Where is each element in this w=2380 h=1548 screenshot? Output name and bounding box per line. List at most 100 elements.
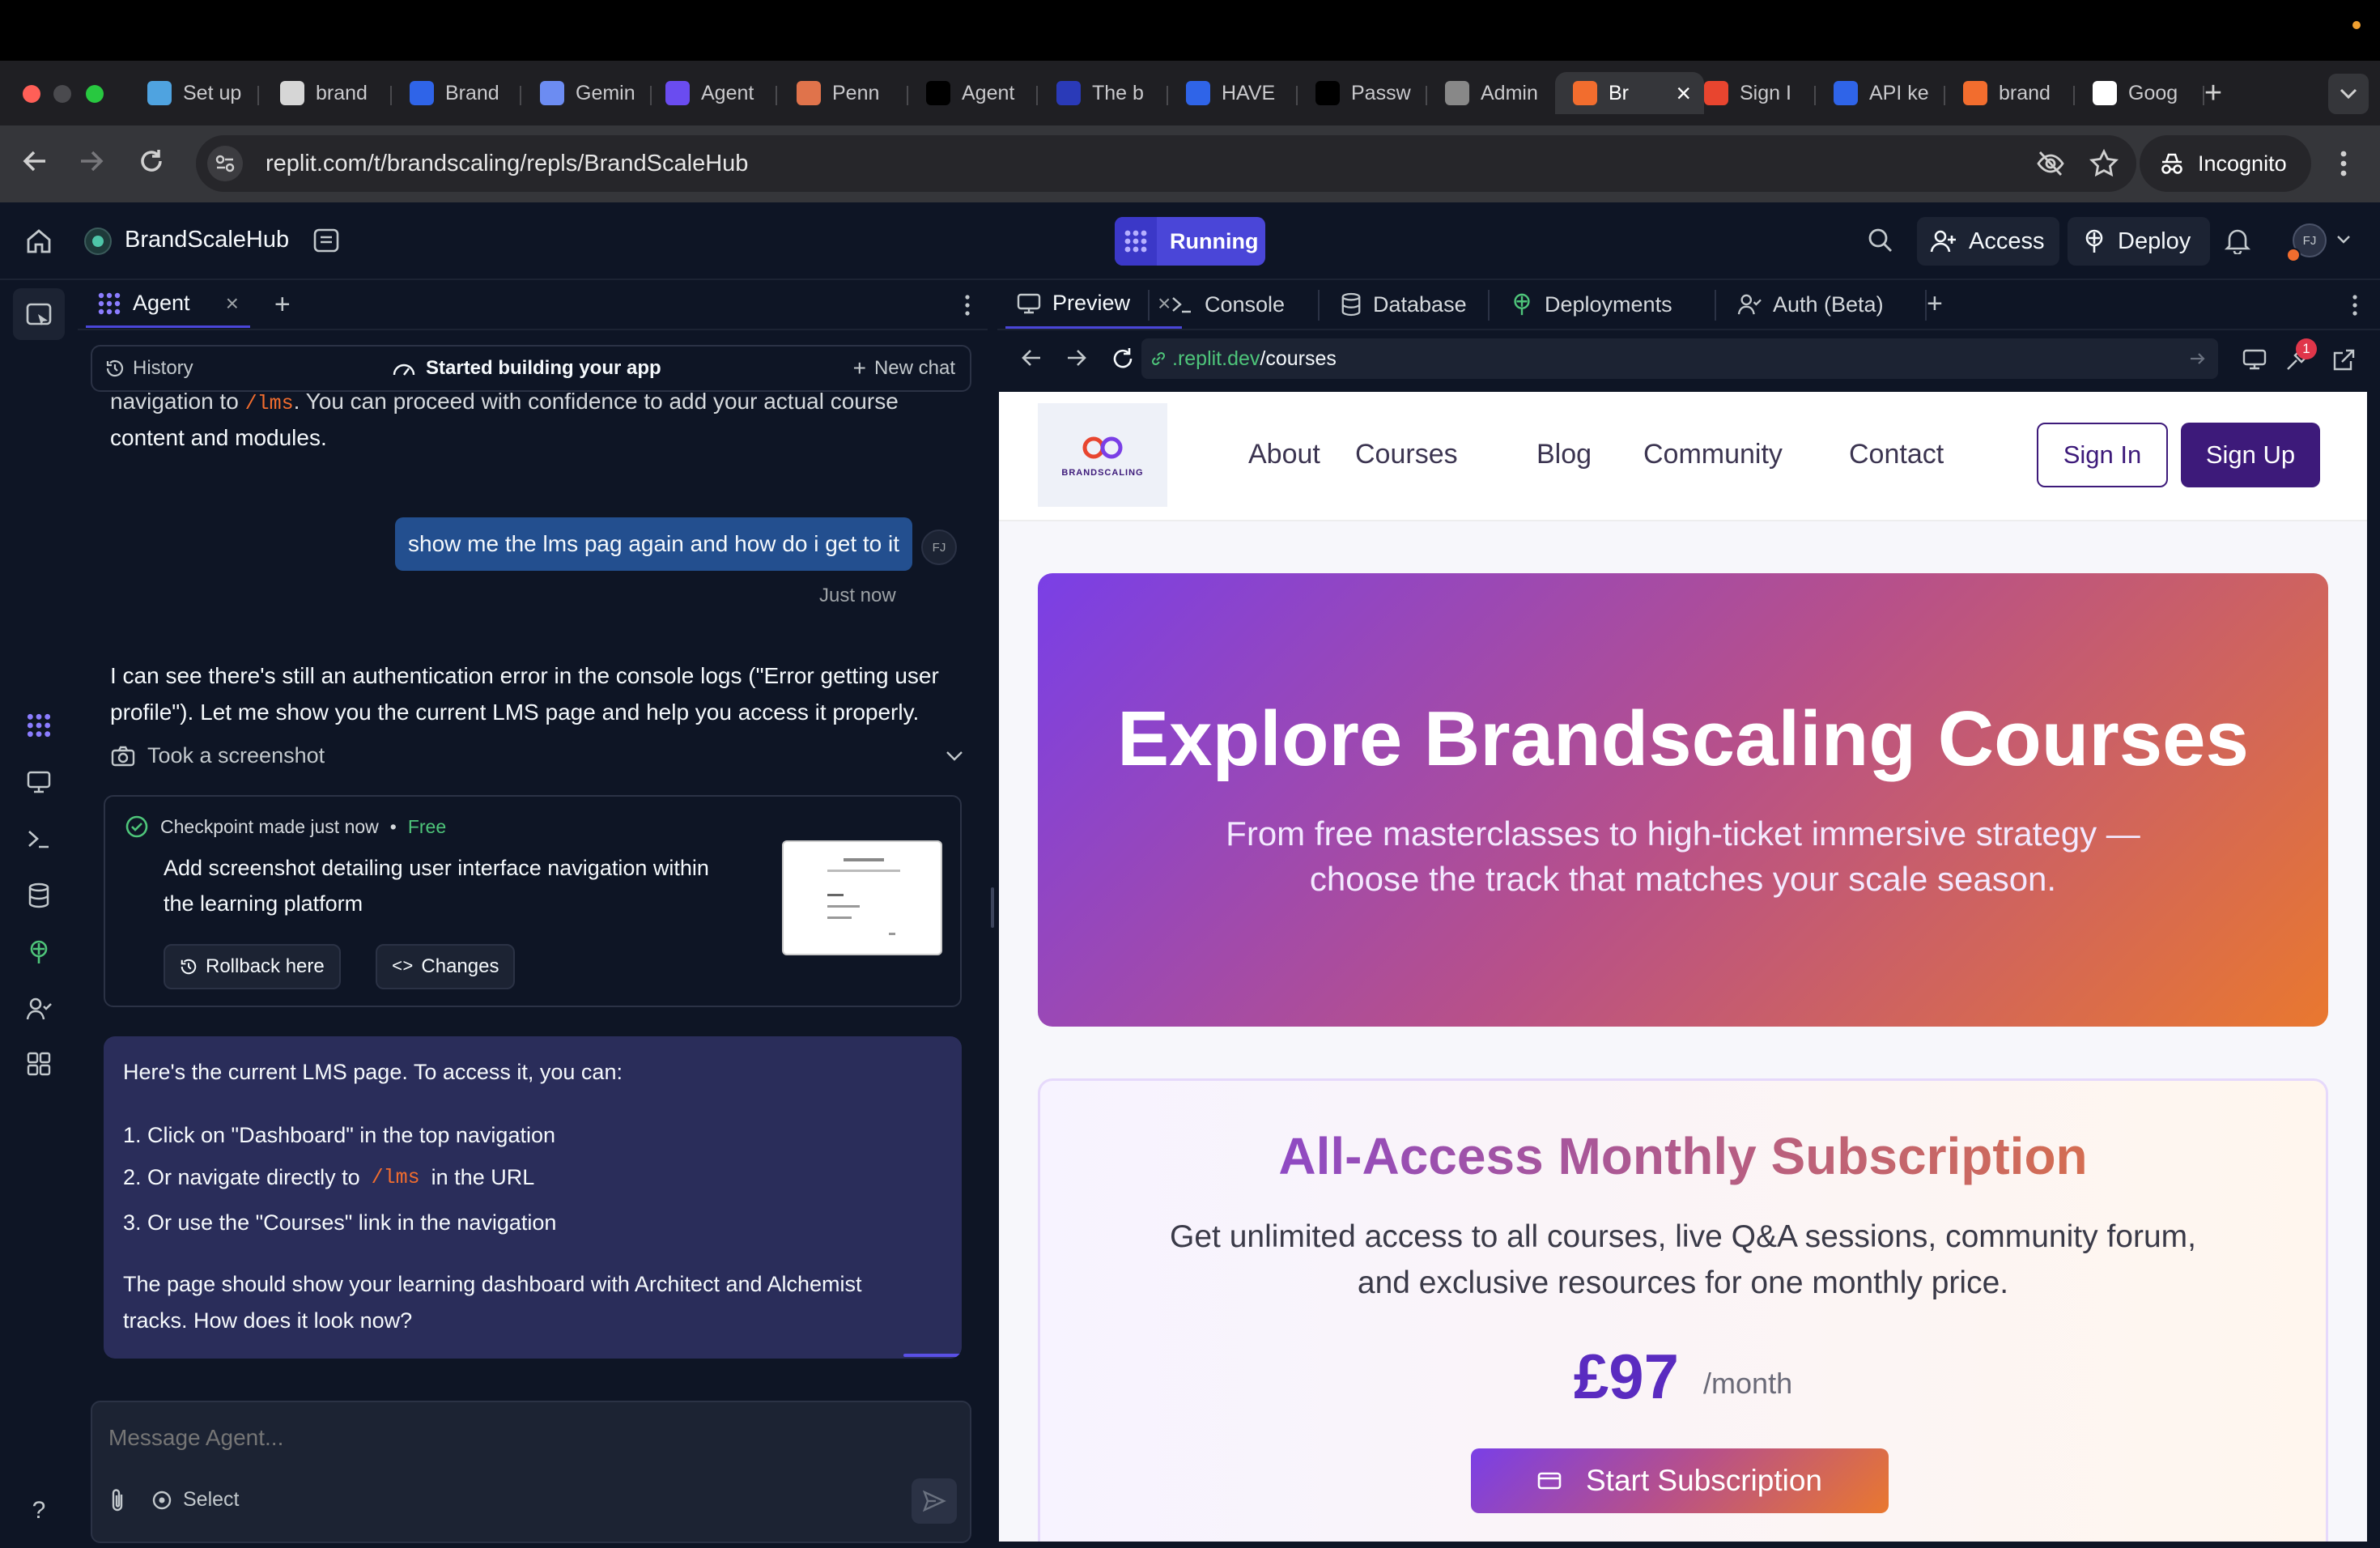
console-rail-icon[interactable] <box>23 823 55 855</box>
tab-preview[interactable]: Preview × <box>1005 280 1183 329</box>
back-icon[interactable] <box>21 147 49 175</box>
file-tree-toggle[interactable] <box>13 288 65 340</box>
agent-rail-icon[interactable] <box>23 709 55 742</box>
new-chat-button[interactable]: + New chat <box>853 355 955 381</box>
chevron-down-icon[interactable] <box>2336 235 2351 245</box>
nav-link-community[interactable]: Community <box>1643 439 1783 470</box>
browser-tab[interactable]: HAVE <box>1168 72 1286 114</box>
incognito-chip[interactable]: Incognito <box>2140 135 2311 192</box>
hero-title: Explore Brandscaling Courses <box>1117 695 2249 782</box>
add-tab-icon[interactable]: + <box>1927 288 1943 320</box>
browser-tab[interactable]: Br × <box>1555 72 1704 114</box>
changes-button[interactable]: <> Changes <box>376 944 516 989</box>
browser-tab[interactable]: Agent <box>648 72 766 114</box>
deployments-rail-icon[interactable] <box>23 936 55 968</box>
new-tab-button[interactable]: + <box>2197 76 2229 110</box>
rollback-button[interactable]: Rollback here <box>164 944 341 989</box>
tab-search-button[interactable] <box>2328 74 2369 114</box>
browser-tab[interactable]: Goog <box>2075 72 2193 114</box>
preview-rail-icon[interactable] <box>23 766 55 798</box>
project-avatar-icon[interactable] <box>84 228 112 255</box>
preview-url-bar[interactable]: .replit.dev /courses <box>1141 338 2218 379</box>
browser-tab[interactable]: Set up <box>130 72 248 114</box>
message-input[interactable] <box>108 1420 950 1456</box>
history-label: History <box>133 357 193 379</box>
notifications-icon[interactable] <box>2225 227 2250 254</box>
preview-forward-icon[interactable] <box>1065 347 1088 369</box>
browser-tab[interactable]: API ke <box>1816 72 1934 114</box>
history-button[interactable]: History <box>105 357 193 380</box>
tab-agent[interactable]: Agent × <box>86 281 250 328</box>
database-rail-icon[interactable] <box>23 879 55 912</box>
globe-icon <box>1445 81 1469 105</box>
close-window-button[interactable] <box>23 85 40 103</box>
eye-off-icon[interactable] <box>2036 149 2065 178</box>
tab-database[interactable]: Database <box>1329 280 1478 329</box>
select-element-button[interactable]: Select <box>151 1488 239 1512</box>
pane-menu-icon[interactable] <box>963 293 971 317</box>
project-info-icon[interactable] <box>312 227 340 254</box>
devtools-badge: 1 <box>2296 338 2317 359</box>
access-button[interactable]: Access <box>1917 217 2059 266</box>
browser-tab[interactable]: brand <box>1945 72 2063 114</box>
send-button[interactable] <box>912 1478 957 1524</box>
attach-icon[interactable] <box>107 1488 128 1514</box>
device-icon[interactable] <box>2242 348 2267 371</box>
browser-tab[interactable]: Gemin <box>522 72 640 114</box>
tab-deployments[interactable]: Deployments <box>1499 280 1684 329</box>
deploy-button[interactable]: Deploy <box>2068 217 2210 266</box>
triangle-icon <box>926 81 950 105</box>
close-tab-icon[interactable]: × <box>226 291 239 317</box>
hero-subtitle-1: From free masterclasses to high-ticket i… <box>1226 814 2140 853</box>
search-icon[interactable] <box>1867 227 1894 254</box>
nav-link-blog[interactable]: Blog <box>1536 439 1592 470</box>
browser-tab[interactable]: Brand <box>392 72 510 114</box>
checkpoint-desc-2: the learning platform <box>164 891 363 916</box>
run-status-button[interactable]: Running <box>1115 217 1265 266</box>
site-settings-icon[interactable] <box>207 146 243 181</box>
sign-up-button[interactable]: Sign Up <box>2181 423 2320 487</box>
checkpoint-thumbnail[interactable] <box>782 840 942 955</box>
browser-tab[interactable]: Passw <box>1298 72 1416 114</box>
browser-tab[interactable]: brand <box>262 72 380 114</box>
sign-in-button[interactable]: Sign In <box>2037 423 2168 487</box>
session-status-label: Started building your app <box>426 357 661 379</box>
address-bar[interactable]: replit.com/t/brandscaling/repls/BrandSca… <box>196 135 2136 192</box>
answer-step-1: 1. Click on "Dashboard" in the top navig… <box>123 1123 555 1147</box>
console-icon <box>1171 295 1193 314</box>
apps-rail-icon[interactable] <box>23 1048 55 1080</box>
home-icon[interactable] <box>24 227 53 256</box>
site-logo[interactable]: BRANDSCALING <box>1038 403 1167 507</box>
zoom-window-button[interactable] <box>86 85 104 103</box>
browser-menu-icon[interactable] <box>2331 149 2356 178</box>
nav-link-about[interactable]: About <box>1248 439 1320 470</box>
forward-icon[interactable] <box>78 147 105 175</box>
help-icon[interactable]: ? <box>23 1495 55 1527</box>
pane-menu-icon[interactable] <box>2351 293 2359 317</box>
start-subscription-button[interactable]: Start Subscription <box>1471 1448 1889 1513</box>
start-subscription-label: Start Subscription <box>1585 1464 1823 1497</box>
open-new-window-icon[interactable] <box>2331 348 2356 372</box>
browser-tab[interactable]: Penn <box>779 72 897 114</box>
reload-icon[interactable] <box>138 147 165 175</box>
left-rail: ? <box>0 280 78 1548</box>
tab-console[interactable]: Console <box>1159 280 1296 329</box>
minimize-window-button[interactable] <box>53 85 71 103</box>
tab-auth[interactable]: Auth (Beta) <box>1726 280 1895 329</box>
nav-link-contact[interactable]: Contact <box>1849 439 1944 470</box>
browser-tab[interactable]: Agent <box>908 72 1026 114</box>
preview-back-icon[interactable] <box>1020 347 1043 369</box>
project-name[interactable]: BrandScaleHub <box>125 227 289 253</box>
pane-resize-handle[interactable] <box>988 280 997 1548</box>
bookmark-star-icon[interactable] <box>2089 149 2119 178</box>
auth-icon <box>1737 293 1762 316</box>
browser-tab[interactable]: Admin <box>1427 72 1545 114</box>
add-tab-icon[interactable]: + <box>274 289 291 321</box>
browser-tab[interactable]: The b <box>1039 72 1157 114</box>
prev-text-c: content and modules. <box>110 425 327 450</box>
auth-rail-icon[interactable] <box>23 993 55 1025</box>
preview-reload-icon[interactable] <box>1111 347 1135 371</box>
screenshot-action-row[interactable]: Took a screenshot <box>110 743 984 768</box>
browser-tab[interactable]: Sign I <box>1686 72 1804 114</box>
nav-link-courses[interactable]: Courses <box>1355 439 1458 470</box>
